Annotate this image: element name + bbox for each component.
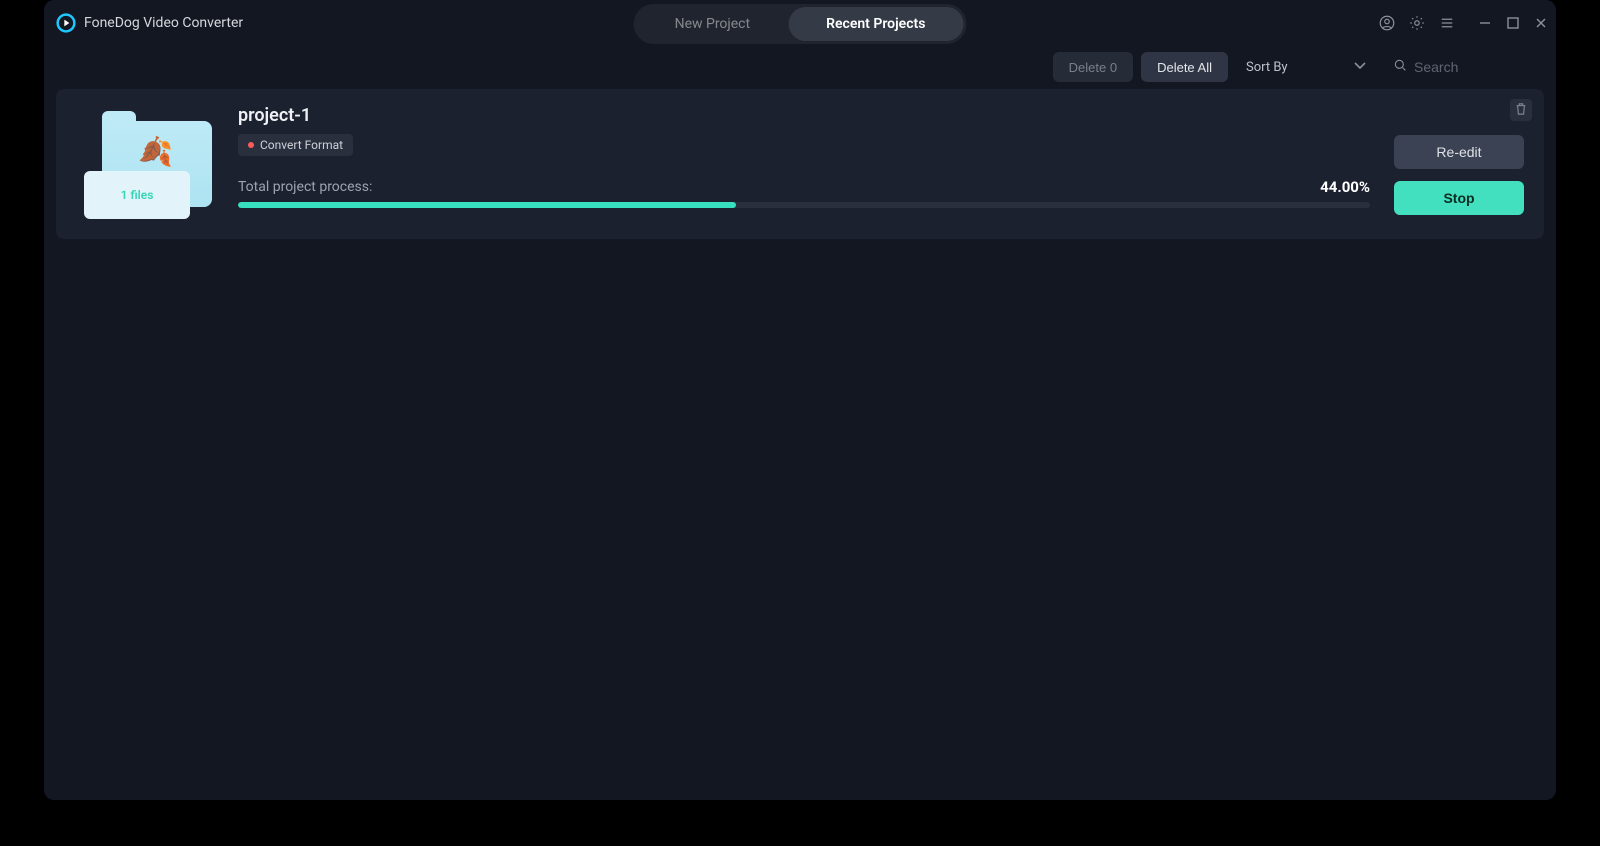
main-tabs: New Project Recent Projects	[634, 4, 967, 44]
project-thumbnail: 🍂 1 files	[84, 121, 214, 221]
tab-new-project[interactable]: New Project	[637, 7, 789, 41]
sort-by-label: Sort By	[1246, 60, 1288, 75]
delete-all-button[interactable]: Delete All	[1141, 52, 1228, 82]
maximize-icon[interactable]	[1506, 16, 1520, 30]
settings-icon[interactable]	[1408, 14, 1426, 32]
app-window: FoneDog Video Converter New Project Rece…	[44, 0, 1556, 800]
progress-bar-fill	[238, 202, 736, 208]
search-box[interactable]	[1384, 52, 1544, 82]
tab-recent-projects[interactable]: Recent Projects	[788, 7, 963, 41]
project-name: project-1	[238, 105, 1370, 126]
app-logo-icon	[56, 13, 76, 33]
minimize-icon[interactable]	[1478, 16, 1492, 30]
toolbar: Delete 0 Delete All Sort By	[44, 45, 1556, 89]
trash-icon	[1515, 101, 1527, 120]
reedit-button[interactable]: Re-edit	[1394, 135, 1524, 169]
brand: FoneDog Video Converter	[56, 13, 243, 33]
file-count-badge: 1 files	[84, 171, 190, 219]
app-name: FoneDog Video Converter	[84, 15, 243, 31]
progress-label: Total project process:	[238, 179, 372, 195]
menu-icon[interactable]	[1438, 14, 1456, 32]
search-input[interactable]	[1414, 59, 1534, 75]
progress-bar	[238, 202, 1370, 208]
delete-selected-button[interactable]: Delete 0	[1053, 52, 1133, 82]
close-icon[interactable]	[1534, 16, 1548, 30]
project-tag-label: Convert Format	[260, 138, 343, 152]
stop-button[interactable]: Stop	[1394, 181, 1524, 215]
chevron-down-icon	[1354, 60, 1366, 75]
sort-by-dropdown[interactable]: Sort By	[1236, 52, 1376, 82]
status-dot-icon	[248, 142, 254, 148]
project-tag: Convert Format	[238, 134, 353, 156]
title-bar: FoneDog Video Converter New Project Rece…	[44, 0, 1556, 45]
delete-project-button[interactable]	[1510, 99, 1532, 121]
account-icon[interactable]	[1378, 14, 1396, 32]
window-controls	[1478, 16, 1548, 30]
progress-percent: 44.00%	[1320, 178, 1370, 196]
search-icon	[1392, 57, 1408, 77]
project-card: 🍂 1 files project-1 Convert Format Total…	[56, 89, 1544, 239]
leaf-icon: 🍂	[138, 135, 173, 168]
